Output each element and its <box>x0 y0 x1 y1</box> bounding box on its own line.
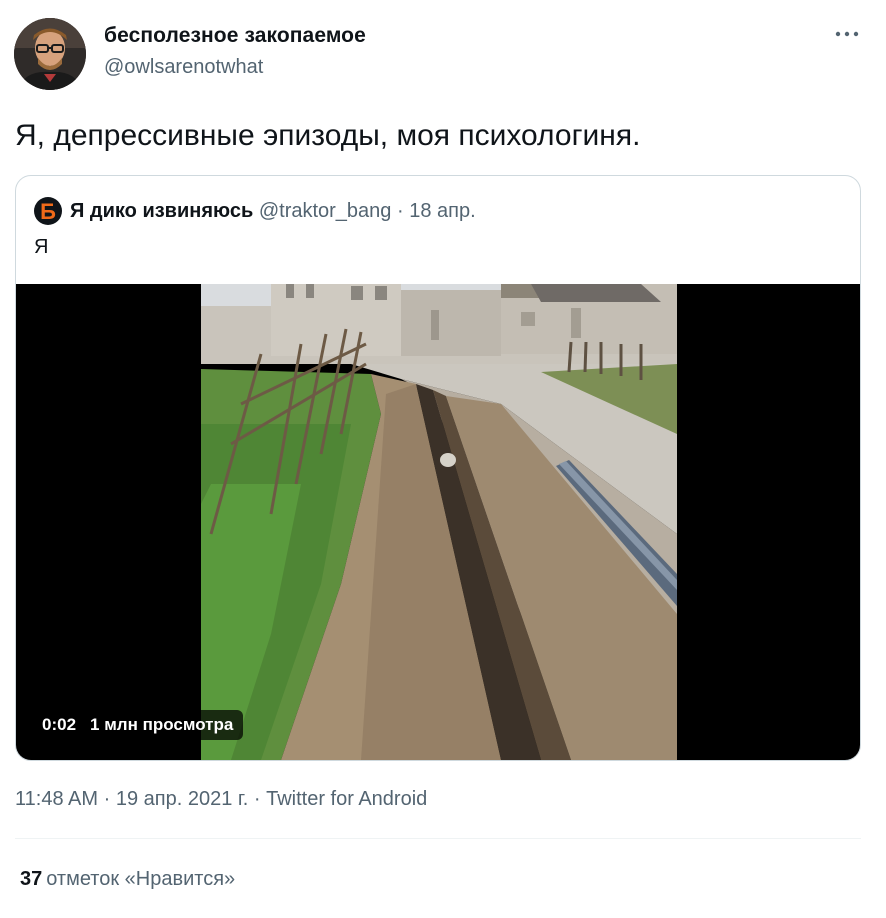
video-player[interactable]: 0:02 1 млн просмотра <box>16 284 860 760</box>
likes-link[interactable]: 37 отметок «Нравится» <box>20 868 235 891</box>
quoted-separator: · <box>397 200 404 222</box>
divider <box>15 838 861 839</box>
tweet-date[interactable]: 19 апр. 2021 г. <box>116 788 248 810</box>
tweet-text: Я, депрессивные эпизоды, моя психологиня… <box>15 119 641 152</box>
video-frame[interactable] <box>201 284 677 760</box>
likes-label: отметок «Нравится» <box>46 868 236 890</box>
quoted-tweet[interactable]: Б Я дико извиняюсь @traktor_bang · 18 ап… <box>15 175 861 761</box>
quoted-text: Я <box>34 236 49 258</box>
tweet-meta: 11:48 AM · 19 апр. 2021 г. · Twitter for… <box>15 788 427 811</box>
quoted-header: Я дико извиняюсь @traktor_bang · 18 апр. <box>70 198 476 224</box>
tweet: бесполезное закопаемое @owlsarenotwhat Я… <box>0 0 886 918</box>
video-duration: 0:02 <box>42 715 77 734</box>
tweet-time[interactable]: 11:48 AM <box>15 788 98 810</box>
author-name[interactable]: бесполезное закопаемое <box>104 24 366 48</box>
video-info-badge: 0:02 1 млн просмотра <box>36 710 244 740</box>
quoted-date[interactable]: 18 апр. <box>409 200 475 222</box>
tweet-source[interactable]: Twitter for Android <box>266 788 427 810</box>
more-options-button[interactable] <box>832 22 862 46</box>
b-logo-icon: Б <box>40 199 56 224</box>
quoted-author-handle[interactable]: @traktor_bang <box>259 200 392 222</box>
video-views: 1 млн просмотра <box>90 715 234 734</box>
quoted-avatar[interactable]: Б <box>34 197 62 225</box>
more-horizontal-icon <box>835 31 859 37</box>
video-thumbnail <box>201 284 677 760</box>
likes-count: 37 <box>20 868 43 890</box>
quoted-author-name[interactable]: Я дико извиняюсь <box>70 200 253 222</box>
author-avatar-image <box>14 18 86 90</box>
author-handle[interactable]: @owlsarenotwhat <box>104 56 263 79</box>
author-avatar[interactable] <box>14 18 86 90</box>
meta-separator-2: · <box>253 788 261 810</box>
meta-separator-1: · <box>103 788 111 810</box>
